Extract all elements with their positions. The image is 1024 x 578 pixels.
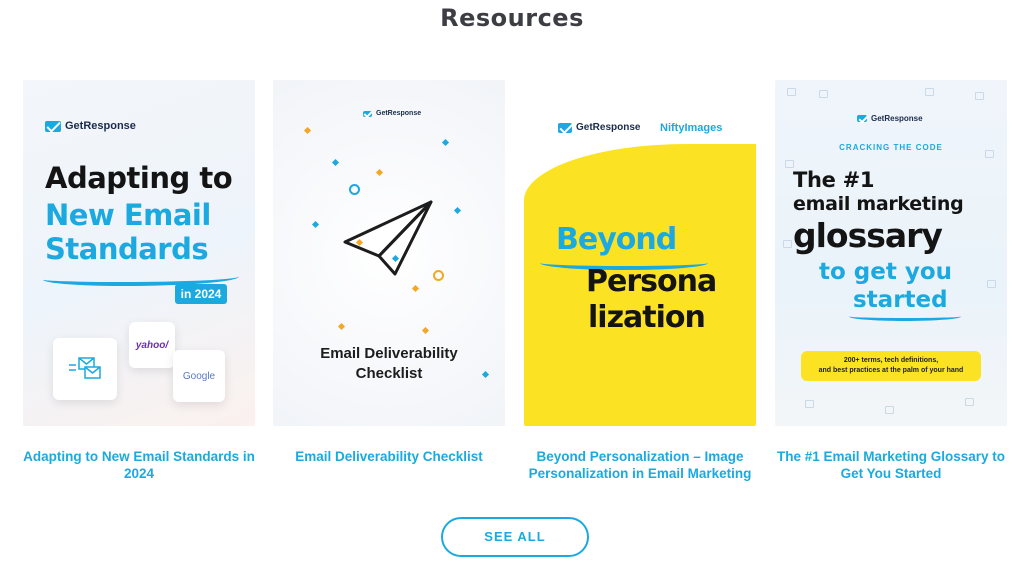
cover-title-line2: email marketing <box>793 193 964 215</box>
envelope-logo-icon <box>558 122 572 133</box>
confetti-dot <box>411 284 420 293</box>
mail-pattern-icon <box>819 90 828 98</box>
yahoo-tile: yahoo/ <box>129 322 175 368</box>
confetti-dot <box>453 206 462 215</box>
getresponse-logo: GetResponse <box>857 114 923 123</box>
see-all-button[interactable]: SEE ALL <box>441 517 589 557</box>
resource-link-email-standards[interactable]: Adapting to New Email Standards in 2024 <box>23 448 255 482</box>
mail-pattern-icon <box>885 406 894 414</box>
confetti-dot <box>303 126 312 135</box>
cover-title-line2: New Email Standards <box>45 198 211 266</box>
resource-link-glossary[interactable]: The #1 Email Marketing Glossary to Get Y… <box>775 448 1007 482</box>
mail-pattern-icon <box>925 88 934 96</box>
year-pill: in 2024 <box>175 284 227 304</box>
confetti-dot <box>375 168 384 177</box>
envelope-logo-icon <box>857 115 867 122</box>
cover-title: Email Deliverability Checklist <box>320 345 458 382</box>
resource-link-personalization[interactable]: Beyond Personalization – Image Personali… <box>524 448 756 482</box>
mail-pattern-icon <box>783 240 792 248</box>
cover-kicker: CRACKING THE CODE <box>839 143 943 152</box>
mail-pattern-icon <box>975 92 984 100</box>
confetti-ring <box>349 184 360 195</box>
mail-pattern-icon <box>785 160 794 168</box>
confetti-dot <box>331 158 340 167</box>
cover-image-email-standards[interactable]: GetResponse Adapting to New Email Standa… <box>23 80 255 426</box>
confetti-ring <box>433 270 444 281</box>
niftyimages-logo: NiftyImages <box>660 122 723 134</box>
envelopes-icon <box>69 357 101 379</box>
confetti-dot <box>441 138 450 147</box>
resource-card-deliverability: GetResponse Email Deliverability Checkli… <box>273 80 505 465</box>
mail-pattern-icon <box>787 88 796 96</box>
email-tile <box>53 338 117 400</box>
cover-title-line2: Persona <box>586 264 717 299</box>
mail-pattern-icon <box>987 280 996 288</box>
google-tile: Google <box>173 350 225 402</box>
cover-title-line4: to get you <box>819 259 953 285</box>
cover-title-line3: glossary <box>793 216 943 255</box>
cover-title-line5: started <box>853 287 948 313</box>
cover-image-deliverability[interactable]: GetResponse Email Deliverability Checkli… <box>273 80 505 426</box>
confetti-dot <box>337 322 346 331</box>
envelope-logo-icon <box>363 110 372 117</box>
cover-title-line1: Beyond <box>556 222 677 257</box>
cover-band: 200+ terms, tech definitions, and best p… <box>801 351 981 381</box>
resources-heading: Resources <box>440 4 584 32</box>
cover-title-line1: The #1 <box>793 168 875 192</box>
getresponse-logo: GetResponse <box>45 120 136 132</box>
mail-pattern-icon <box>805 400 814 408</box>
underline-swoosh <box>849 312 961 321</box>
resource-card-email-standards: GetResponse Adapting to New Email Standa… <box>23 80 255 482</box>
resource-card-glossary: GetResponse CRACKING THE CODE The #1 ema… <box>775 80 1007 482</box>
cover-title-line1: Adapting to <box>45 161 233 195</box>
cover-image-glossary[interactable]: GetResponse CRACKING THE CODE The #1 ema… <box>775 80 1007 426</box>
cover-image-personalization[interactable]: GetResponse NiftyImages Beyond Persona l… <box>524 80 756 426</box>
envelope-logo-icon <box>45 120 61 132</box>
confetti-dot <box>421 326 430 335</box>
mail-pattern-icon <box>965 398 974 406</box>
cover-title-line3: lization <box>588 300 706 335</box>
getresponse-logo: GetResponse <box>558 122 640 133</box>
getresponse-logo: GetResponse <box>363 110 421 117</box>
paper-plane-icon <box>343 200 433 276</box>
resource-card-personalization: GetResponse NiftyImages Beyond Persona l… <box>524 80 756 482</box>
resource-link-deliverability[interactable]: Email Deliverability Checklist <box>273 448 505 465</box>
confetti-dot <box>311 220 320 229</box>
